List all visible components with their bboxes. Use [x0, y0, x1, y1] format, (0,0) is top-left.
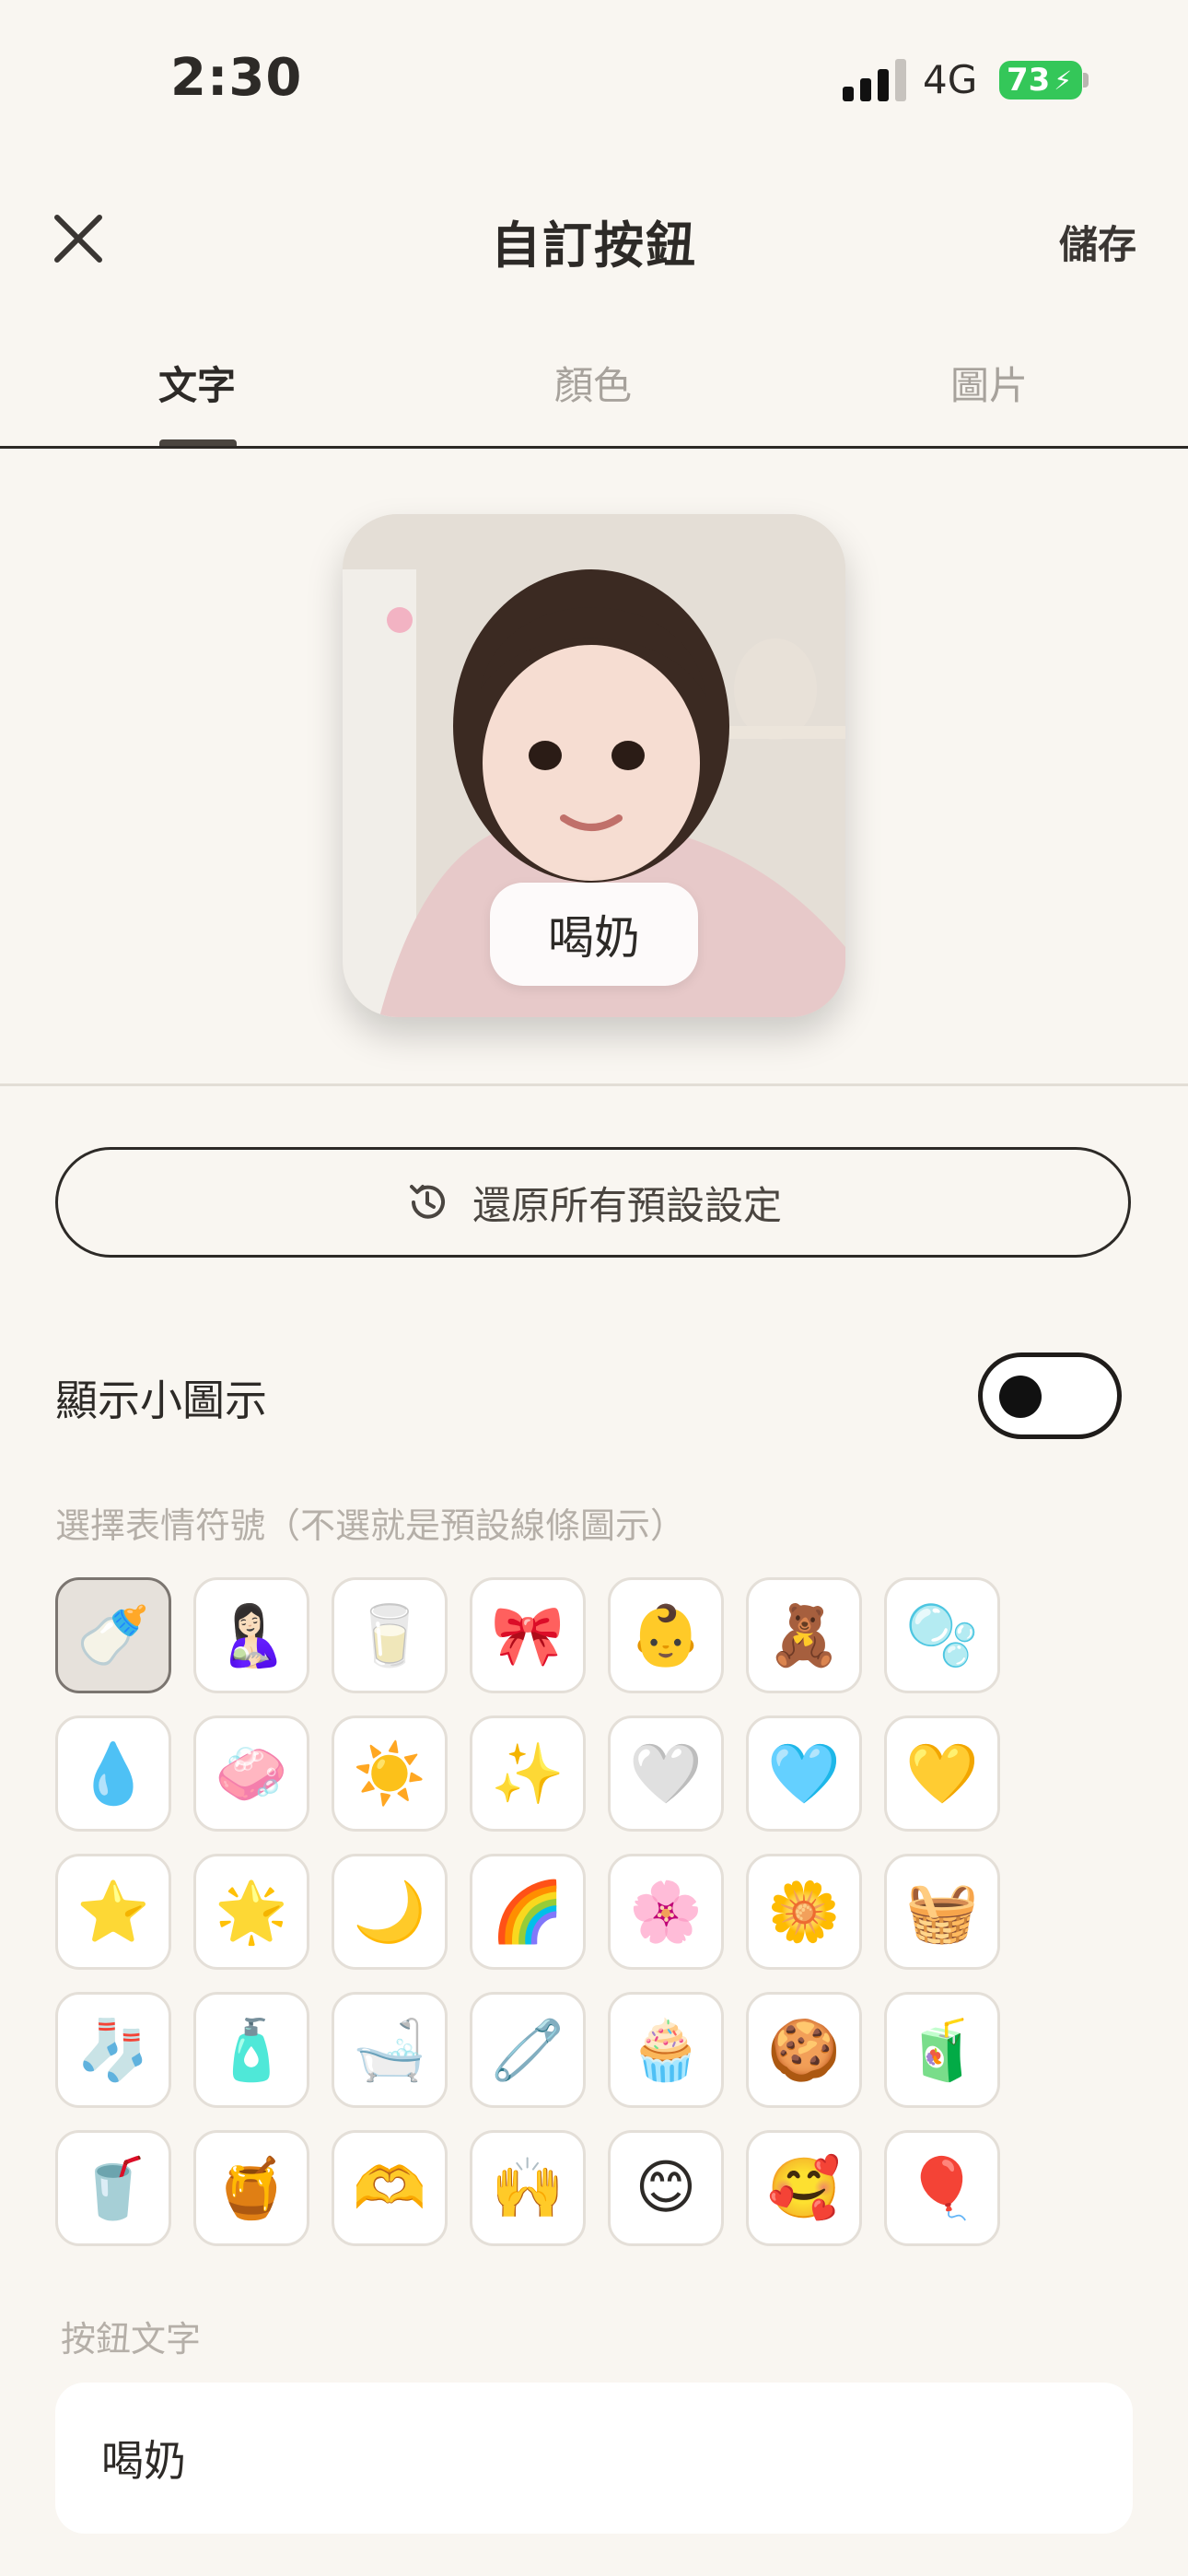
status-time: 2:30: [170, 48, 303, 108]
preview-label: 喝奶: [490, 883, 698, 986]
emoji-option[interactable]: 😊: [608, 2130, 724, 2246]
emoji-option[interactable]: 🌈: [470, 1854, 586, 1970]
emoji-option[interactable]: 🥛: [332, 1577, 448, 1693]
emoji-option[interactable]: 🧦: [55, 1992, 171, 2108]
emoji-option[interactable]: 🌼: [746, 1854, 862, 1970]
emoji-hint: 選擇表情符號（不選就是預設線條圖示）: [55, 1505, 686, 1546]
emoji-option[interactable]: 🧸: [746, 1577, 862, 1693]
show-icon-toggle[interactable]: [978, 1352, 1122, 1439]
emoji-option[interactable]: 🌙: [332, 1854, 448, 1970]
emoji-option[interactable]: 🧷: [470, 1992, 586, 2108]
tab-color[interactable]: 顏色: [501, 355, 685, 411]
button-text-input[interactable]: 喝奶: [55, 2383, 1133, 2534]
emoji-option[interactable]: 🙌: [470, 2130, 586, 2246]
button-text-label: 按鈕文字: [61, 2319, 202, 2359]
show-icon-label: 顯示小圖示: [55, 1376, 267, 1425]
reset-defaults-label: 還原所有預設設定: [472, 1182, 782, 1228]
tab-bar: 文字 顏色 圖片: [0, 345, 1188, 449]
emoji-option[interactable]: 🤱🏻: [193, 1577, 309, 1693]
battery-indicator: 73 ⚡: [999, 61, 1082, 100]
signal-icon: [843, 59, 906, 101]
emoji-option[interactable]: 🤍: [608, 1715, 724, 1832]
emoji-option[interactable]: 🍯: [193, 2130, 309, 2246]
history-icon: [409, 1185, 445, 1219]
tab-bar-divider: [0, 446, 1188, 449]
emoji-option[interactable]: ☀️: [332, 1715, 448, 1832]
emoji-option[interactable]: 🍪: [746, 1992, 862, 2108]
network-label: 4G: [923, 57, 978, 102]
emoji-option[interactable]: 🎀: [470, 1577, 586, 1693]
battery-level: 73: [1007, 62, 1051, 99]
emoji-option[interactable]: 🥤: [55, 2130, 171, 2246]
save-button[interactable]: 儲存: [1059, 214, 1136, 270]
emoji-option[interactable]: 🎈: [884, 2130, 1000, 2246]
emoji-option[interactable]: 🧃: [884, 1992, 1000, 2108]
emoji-option[interactable]: 🌸: [608, 1854, 724, 1970]
battery-cap: [1083, 73, 1089, 88]
emoji-option[interactable]: 🫧: [884, 1577, 1000, 1693]
page-title: 自訂按鈕: [491, 217, 697, 275]
emoji-option[interactable]: 💛: [884, 1715, 1000, 1832]
emoji-option[interactable]: ⭐: [55, 1854, 171, 1970]
emoji-option[interactable]: 👶: [608, 1577, 724, 1693]
emoji-option[interactable]: ✨: [470, 1715, 586, 1832]
emoji-option[interactable]: 🧴: [193, 1992, 309, 2108]
emoji-option[interactable]: 💧: [55, 1715, 171, 1832]
section-divider: [0, 1083, 1188, 1086]
tab-image[interactable]: 圖片: [897, 355, 1081, 411]
emoji-option[interactable]: 🧺: [884, 1854, 1000, 1970]
reset-defaults-button[interactable]: 還原所有預設設定: [55, 1147, 1131, 1258]
emoji-option[interactable]: 🧼: [193, 1715, 309, 1832]
emoji-option[interactable]: 🍼: [55, 1577, 171, 1693]
tab-text[interactable]: 文字: [105, 355, 289, 411]
emoji-option[interactable]: 🩵: [746, 1715, 862, 1832]
toggle-knob: [999, 1376, 1042, 1418]
emoji-option[interactable]: 🧁: [608, 1992, 724, 2108]
emoji-option[interactable]: 🫶: [332, 2130, 448, 2246]
button-preview: 喝奶: [343, 514, 845, 1017]
charging-icon: ⚡: [1054, 64, 1072, 96]
emoji-option[interactable]: 🌟: [193, 1854, 309, 1970]
emoji-option[interactable]: 🥰: [746, 2130, 862, 2246]
emoji-option[interactable]: 🛁: [332, 1992, 448, 2108]
